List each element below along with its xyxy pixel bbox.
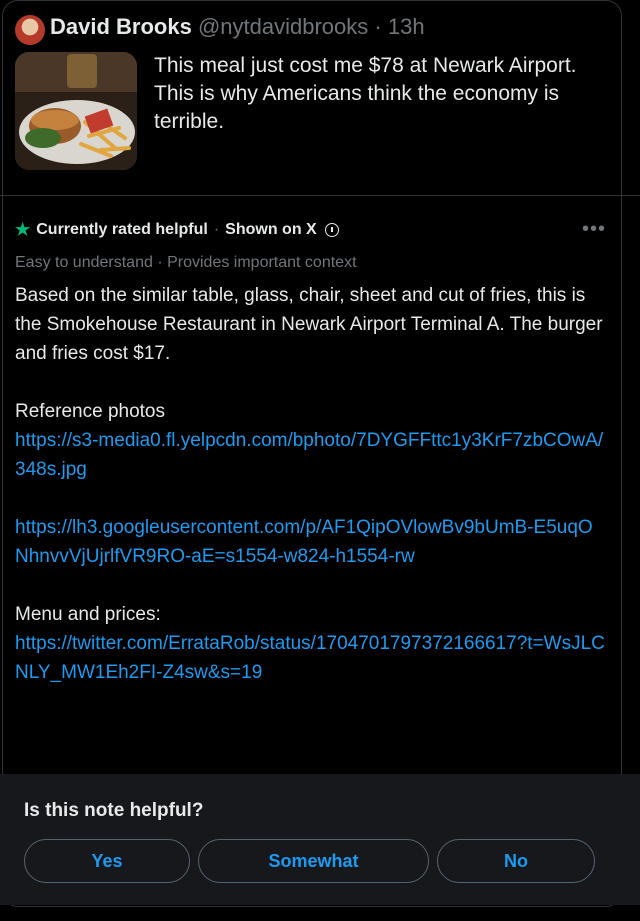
note-text: Based on the similar table, glass, chair… [15,285,603,364]
reference-link-yelp[interactable]: https://s3-media0.fl.yelpcdn.com/bphoto/… [15,426,605,484]
tweet-header: David Brooks @nytdavidbrooks · 13h [50,14,425,40]
yes-button[interactable]: Yes [24,839,190,883]
dot-separator: · [213,221,220,238]
meal-photo-image [15,52,137,170]
note-tags: Easy to understand · Provides important … [15,254,357,271]
note-body: Based on the similar table, glass, chair… [15,281,605,687]
meal-photo[interactable] [15,52,137,170]
dot-separator: · [374,14,382,39]
divider [0,195,640,196]
star-icon: ★ [15,220,31,239]
tweet-text: This meal just cost me $78 at Newark Air… [154,54,577,133]
quoted-tweet[interactable]: David Brooks @nytdavidbrooks · 13h This … [0,0,640,195]
feedback-question: Is this note helpful? [24,800,204,821]
author-name[interactable]: David Brooks [50,14,192,39]
note-status-label: Currently rated helpful [36,221,208,238]
menu-link-twitter[interactable]: https://twitter.com/ErrataRob/status/170… [15,629,605,687]
menu-label: Menu and prices: [15,604,161,625]
reference-link-google[interactable]: https://lh3.googleusercontent.com/p/AF1Q… [15,513,605,571]
reference-label: Reference photos [15,401,165,422]
note-status: ★ Currently rated helpful · Shown on X [15,220,339,240]
no-button[interactable]: No [437,839,595,883]
more-options-icon[interactable]: ••• [582,218,606,241]
info-icon[interactable] [324,223,339,237]
tweet-time[interactable]: 13h [388,14,425,39]
shown-on-label: Shown on X [225,221,317,238]
author-handle[interactable]: @nytdavidbrooks [198,14,368,39]
somewhat-button[interactable]: Somewhat [198,839,429,883]
avatar[interactable] [15,15,45,45]
